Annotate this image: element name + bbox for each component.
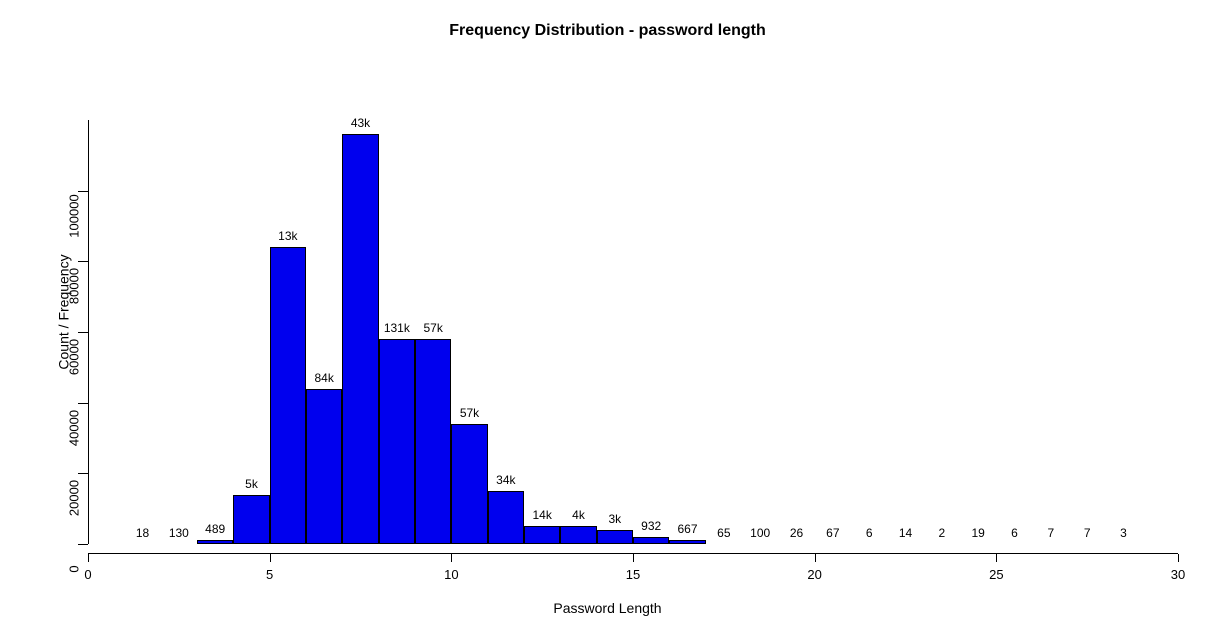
bar-value-label: 13k [278, 229, 297, 243]
bar-value-label: 26 [790, 526, 803, 540]
bar-value-label: 7 [1084, 526, 1091, 540]
bar-value-label: 4k [572, 508, 585, 522]
bar [197, 540, 233, 544]
bar [524, 526, 560, 544]
bars-layer: 181304895k13k84k43k131k57k57k34k14k4k3k9… [88, 120, 1178, 544]
x-tick-label: 25 [989, 567, 1003, 582]
plot-area: 181304895k13k84k43k131k57k57k34k14k4k3k9… [88, 120, 1178, 544]
bar [270, 247, 306, 544]
x-tick [451, 554, 452, 562]
bar-value-label: 489 [205, 522, 225, 536]
x-tick [633, 554, 634, 562]
x-tick-label: 15 [626, 567, 640, 582]
y-tick-label: 20000 [67, 473, 82, 523]
bar [379, 339, 415, 544]
y-tick-label: 100000 [67, 191, 82, 241]
bar-value-label: 2 [938, 526, 945, 540]
bar-value-label: 667 [677, 522, 697, 536]
bar-value-label: 19 [971, 526, 984, 540]
bar-value-label: 18 [136, 526, 149, 540]
bar-value-label: 131k [384, 321, 410, 335]
bar-value-label: 100 [750, 526, 770, 540]
x-tick [1178, 554, 1179, 562]
y-tick-label: 80000 [67, 261, 82, 311]
bar [633, 537, 669, 544]
bar-value-label: 6 [1011, 526, 1018, 540]
bar-value-label: 3 [1120, 526, 1127, 540]
bar [342, 134, 378, 544]
bar-value-label: 3k [608, 512, 621, 526]
bar [597, 530, 633, 544]
x-tick [88, 554, 89, 562]
bar [669, 540, 705, 544]
bar-value-label: 5k [245, 477, 258, 491]
y-tick-label: 40000 [67, 403, 82, 453]
bar-value-label: 34k [496, 473, 515, 487]
bar-value-label: 57k [423, 321, 442, 335]
bar-value-label: 14 [899, 526, 912, 540]
chart-container: Frequency Distribution - password length… [0, 0, 1215, 624]
x-axis-label: Password Length [0, 600, 1215, 616]
bar [488, 491, 524, 544]
bar-value-label: 67 [826, 526, 839, 540]
y-tick-label: 0 [67, 544, 82, 594]
bar [306, 389, 342, 544]
x-tick [996, 554, 997, 562]
x-tick-label: 30 [1171, 567, 1185, 582]
bar-value-label: 43k [351, 116, 370, 130]
x-tick-label: 10 [444, 567, 458, 582]
bar [560, 526, 596, 544]
bar-value-label: 130 [169, 526, 189, 540]
bar-value-label: 14k [532, 508, 551, 522]
bar-value-label: 57k [460, 406, 479, 420]
bar [415, 339, 451, 544]
x-tick-label: 5 [266, 567, 273, 582]
bar-value-label: 932 [641, 519, 661, 533]
x-tick [815, 554, 816, 562]
x-tick-label: 20 [807, 567, 821, 582]
bar [451, 424, 487, 544]
bar [233, 495, 269, 544]
bar-value-label: 7 [1047, 526, 1054, 540]
y-tick-label: 60000 [67, 332, 82, 382]
bar-value-label: 84k [314, 371, 333, 385]
bar-value-label: 6 [866, 526, 873, 540]
bar-value-label: 65 [717, 526, 730, 540]
chart-title: Frequency Distribution - password length [0, 22, 1215, 40]
x-tick-label: 0 [84, 567, 91, 582]
x-tick [270, 554, 271, 562]
